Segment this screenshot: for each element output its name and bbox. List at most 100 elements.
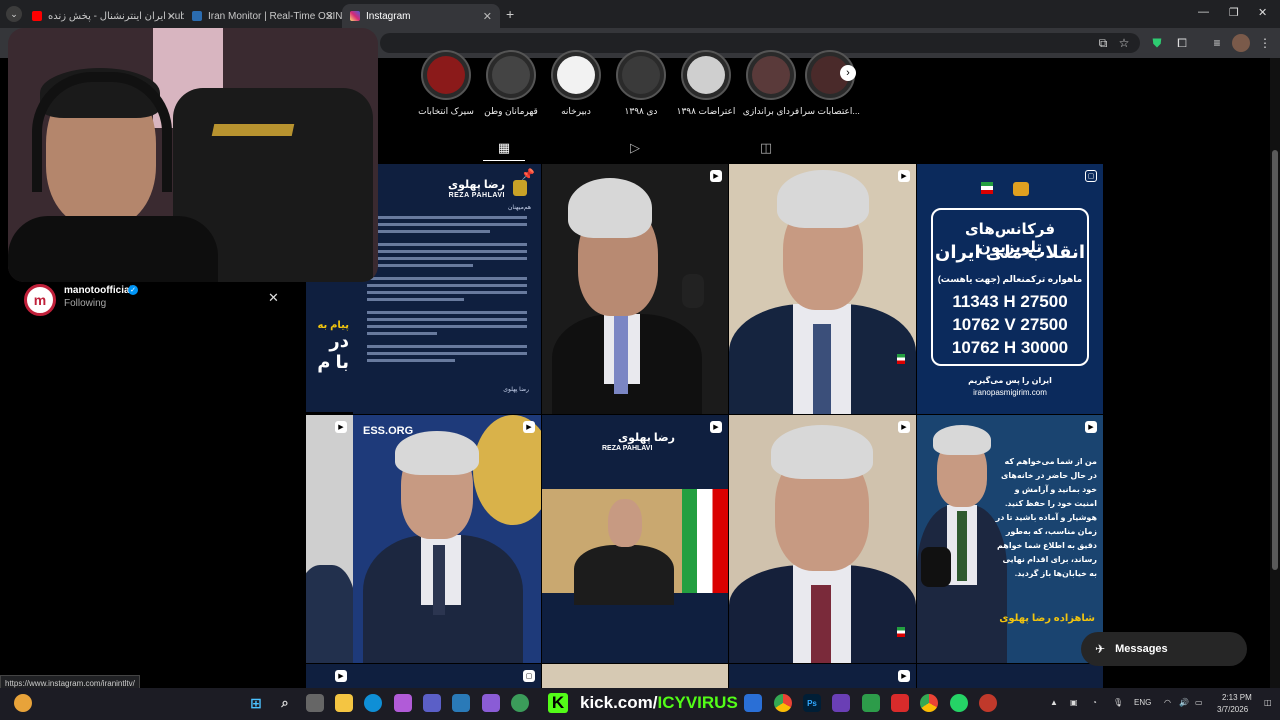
wifi-icon[interactable]: ◠ bbox=[1164, 698, 1171, 707]
avatar[interactable]: m bbox=[24, 284, 56, 316]
highlight-after-regime[interactable]: فردای براندازی bbox=[741, 50, 801, 117]
close-tab-icon[interactable]: ✕ bbox=[167, 10, 176, 23]
tray-chevron-icon[interactable]: ▲ bbox=[1050, 698, 1058, 707]
post-partial-bottom-1[interactable]: ▶ bbox=[306, 664, 353, 688]
close-tab-icon[interactable]: ✕ bbox=[325, 10, 334, 23]
post-quote[interactable]: من از شما می‌خواهم که در حال حاضر در خان… bbox=[917, 415, 1103, 663]
scrollbar-thumb[interactable] bbox=[1272, 150, 1278, 570]
kick-channel: ICYVIRUS bbox=[657, 693, 738, 712]
post-video-message[interactable]: رضا پهلوی REZA PAHLAVI ▶ bbox=[542, 415, 728, 663]
account-name[interactable]: manotoofficial bbox=[64, 285, 132, 296]
app-icon[interactable] bbox=[452, 694, 470, 712]
microphone-icon[interactable]: 🎙 bbox=[1113, 698, 1123, 707]
highlight-secretariat[interactable]: دبیرخانه bbox=[546, 50, 606, 117]
app-icon[interactable] bbox=[979, 694, 997, 712]
minimize-icon[interactable]: — bbox=[1198, 6, 1209, 18]
volume-icon[interactable]: 🔊 bbox=[1179, 698, 1189, 707]
grid-icon[interactable]: ▦ bbox=[496, 140, 512, 156]
post-text: در bbox=[329, 331, 349, 351]
restore-icon[interactable]: ❐ bbox=[1229, 6, 1239, 19]
close-icon[interactable]: ✕ bbox=[268, 290, 279, 306]
app-icon[interactable] bbox=[832, 694, 850, 712]
close-tab-icon[interactable]: ✕ bbox=[483, 10, 492, 23]
active-tab-indicator bbox=[483, 160, 525, 161]
app-icon[interactable] bbox=[891, 694, 909, 712]
post-partial-left-1[interactable]: پیام به در با م bbox=[306, 282, 353, 412]
chair-brand bbox=[211, 124, 295, 136]
windows-start-icon[interactable]: ⊞ bbox=[247, 694, 265, 712]
tray-app-icon[interactable]: ▣ bbox=[1070, 698, 1078, 707]
edge-icon[interactable] bbox=[364, 694, 382, 712]
copilot-icon[interactable] bbox=[394, 694, 412, 712]
chrome-icon[interactable] bbox=[774, 694, 792, 712]
tab-instagram[interactable]: Instagram ✕ bbox=[342, 4, 500, 28]
post-portrait-profile[interactable]: ▶ bbox=[542, 164, 728, 414]
teams-icon[interactable] bbox=[423, 694, 441, 712]
tab-search-icon[interactable]: ⌄ bbox=[6, 6, 22, 22]
post-partial-bottom-5[interactable] bbox=[917, 664, 1103, 688]
flag-pin bbox=[897, 627, 905, 637]
clock-date[interactable]: 3/7/2026 bbox=[1217, 705, 1248, 714]
app-icon[interactable] bbox=[744, 694, 762, 712]
language-indicator[interactable]: ENG bbox=[1134, 698, 1151, 707]
file-explorer-icon[interactable] bbox=[335, 694, 353, 712]
clock-time[interactable]: 2:13 PM bbox=[1222, 693, 1252, 702]
post-partial-bottom-2[interactable]: ▢ bbox=[353, 664, 541, 688]
extensions-icon[interactable]: ⧠ bbox=[1173, 34, 1191, 52]
reels-icon: ▶ bbox=[523, 421, 535, 433]
post-press-club[interactable]: ESS.ORG ▶ bbox=[353, 415, 541, 663]
cast-icon[interactable]: ⧉ bbox=[1094, 34, 1112, 52]
reels-icon: ▶ bbox=[898, 170, 910, 182]
frequency-1: 11343 H 27500 bbox=[952, 292, 1068, 311]
app-icon[interactable] bbox=[482, 694, 500, 712]
follow-status: Following bbox=[64, 298, 107, 309]
highlight-label: دبیرخانه bbox=[561, 106, 591, 116]
post-partial-bottom-3[interactable] bbox=[542, 664, 728, 688]
tab-title: Iran Monitor | Real-Time OSINT bbox=[208, 10, 342, 22]
search-icon[interactable]: ⌕ bbox=[276, 694, 294, 712]
app-icon[interactable] bbox=[511, 694, 529, 712]
frequency-3: 10762 H 30000 bbox=[951, 338, 1069, 357]
menu-kebab-icon[interactable]: ⋮ bbox=[1256, 34, 1274, 52]
chrome-icon[interactable] bbox=[920, 694, 938, 712]
chevron-right-icon[interactable]: › bbox=[840, 65, 856, 81]
close-window-icon[interactable]: ✕ bbox=[1258, 6, 1267, 19]
bookmark-star-icon[interactable]: ☆ bbox=[1115, 34, 1133, 52]
highlight-election-circus[interactable]: سیرک انتخابات bbox=[416, 50, 476, 117]
slogan: ایران را پس می‌گیریم bbox=[968, 376, 1052, 385]
highlight-protests-1398[interactable]: اعتراضات ۱۳۹۸ bbox=[676, 50, 736, 117]
post-partial-left-2[interactable]: ▶ bbox=[306, 415, 353, 663]
reels-icon: ▶ bbox=[710, 421, 722, 433]
highlight-national-heroes[interactable]: قهرمانان وطن bbox=[481, 50, 541, 117]
media-controls-icon[interactable]: ≡ bbox=[1208, 34, 1226, 52]
reels-icon: ▢ bbox=[1085, 170, 1097, 182]
post-partial-bottom-4[interactable]: ▶ bbox=[729, 664, 916, 688]
microphone bbox=[682, 274, 704, 308]
shield-extension-icon[interactable]: ⛊ bbox=[1148, 34, 1166, 52]
new-tab-button[interactable]: + bbox=[506, 6, 514, 22]
streamer-webcam bbox=[8, 28, 378, 282]
post-tv-frequencies[interactable]: ▢ فرکانس‌های تلویزیون انقلاب ملی ایران م… bbox=[917, 164, 1103, 414]
messages-button[interactable]: ✈ Messages bbox=[1081, 632, 1247, 666]
reels-icon: ▶ bbox=[335, 421, 347, 433]
tray-app-icon[interactable]: ◔ bbox=[1092, 698, 1097, 707]
tagged-icon[interactable]: ◫ bbox=[758, 140, 774, 156]
flag-icon bbox=[981, 182, 993, 194]
weather-widget-icon[interactable] bbox=[14, 694, 32, 712]
whatsapp-icon[interactable] bbox=[950, 694, 968, 712]
battery-icon[interactable]: ▭ bbox=[1195, 698, 1203, 707]
avatar[interactable] bbox=[1232, 34, 1250, 52]
app-icon[interactable] bbox=[862, 694, 880, 712]
tab-iran-international[interactable]: ایران اینترنشنال - پخش زنده - ube ✕ bbox=[24, 4, 184, 28]
post-letter[interactable]: 📌 رضا پهلوی REZA PAHLAVI هم‌میهنان رضا پ… bbox=[353, 164, 541, 414]
notification-bell-icon[interactable]: ◫ bbox=[1264, 698, 1272, 707]
highlight-dey-1398[interactable]: دی ۱۳۹۸ bbox=[611, 50, 671, 117]
post-portrait-front[interactable]: ▶ bbox=[729, 164, 916, 414]
signoff: رضا پهلوی bbox=[503, 387, 529, 393]
task-view-icon[interactable] bbox=[306, 694, 324, 712]
post-portrait-close[interactable]: ▶ bbox=[729, 415, 916, 663]
tab-iran-monitor[interactable]: Iran Monitor | Real-Time OSINT ✕ bbox=[184, 4, 342, 28]
highlight-strikes[interactable]: اعتصابات سرا... bbox=[800, 50, 860, 117]
reels-icon[interactable]: ▷ bbox=[627, 140, 643, 156]
photoshop-icon[interactable]: Ps bbox=[803, 694, 821, 712]
